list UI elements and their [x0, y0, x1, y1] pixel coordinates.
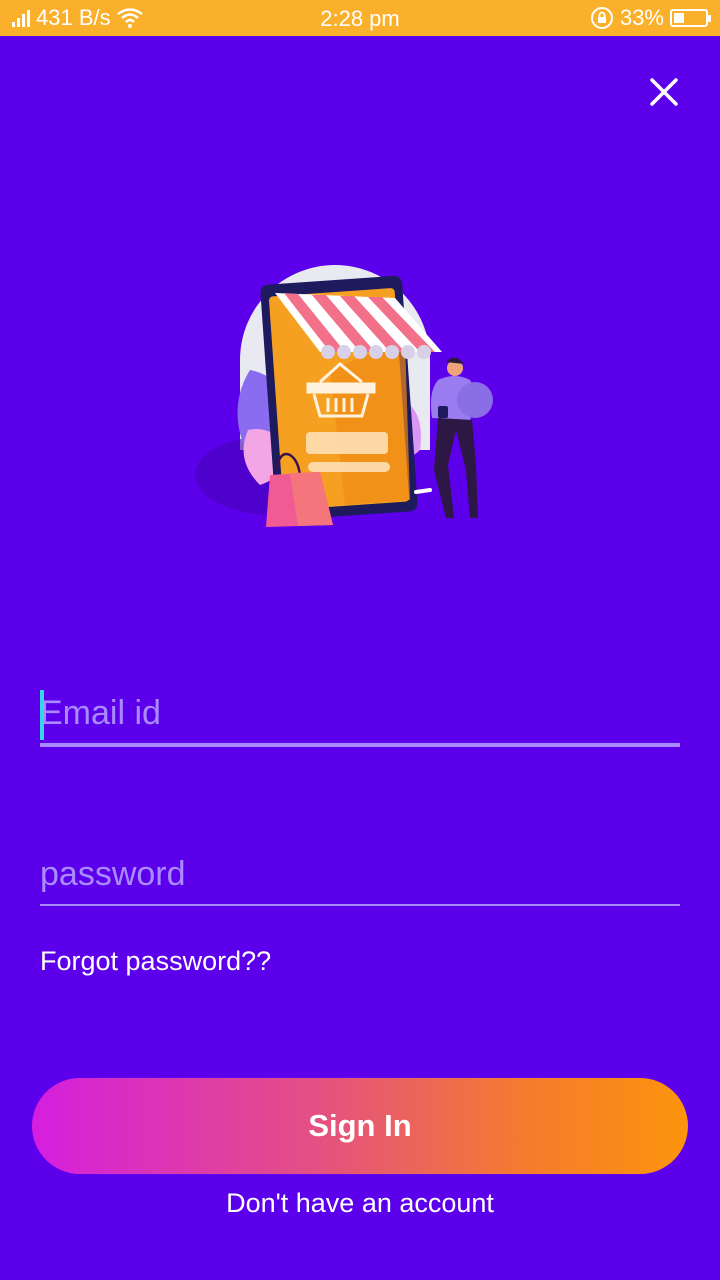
battery-level — [674, 13, 684, 23]
password-underline — [40, 904, 680, 906]
status-bar: 431 B/s 2:28 pm 33% — [0, 0, 720, 36]
battery-percent: 33% — [619, 5, 664, 30]
close-icon — [650, 78, 678, 106]
email-field[interactable] — [40, 694, 680, 743]
email-underline — [40, 743, 680, 747]
rotation-lock-icon — [590, 7, 613, 29]
status-right: 33% — [590, 5, 711, 31]
password-field[interactable] — [40, 855, 680, 904]
forgot-password-link[interactable]: Forgot password?? — [40, 946, 271, 977]
close-button[interactable] — [640, 68, 688, 116]
sign-in-button[interactable]: Sign In — [32, 1078, 688, 1174]
text-cursor — [40, 690, 44, 740]
password-field-container — [40, 855, 680, 906]
online-shopping-illustration — [195, 265, 493, 527]
battery-icon — [670, 9, 711, 27]
create-account-link[interactable]: Don't have an account — [0, 1188, 720, 1219]
email-field-container — [40, 690, 680, 747]
